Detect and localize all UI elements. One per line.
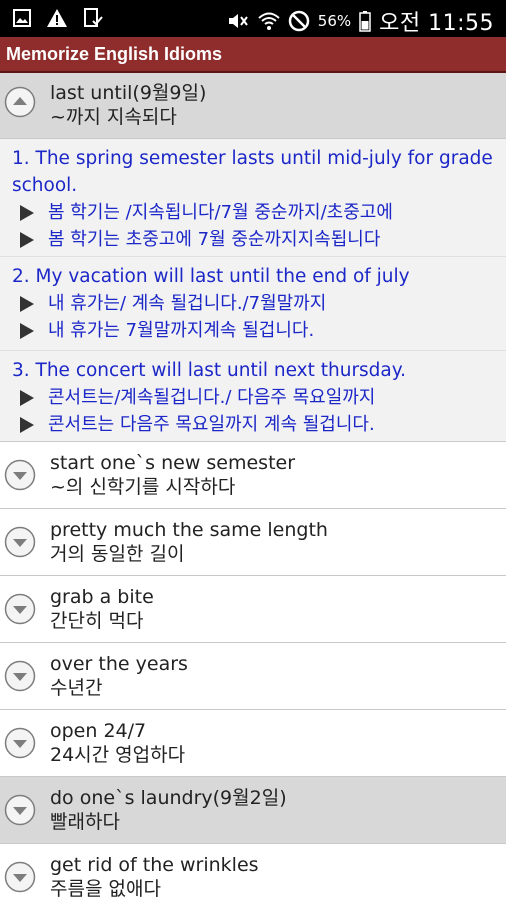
idiom-text: do one`s laundry(9월2일) — [50, 787, 287, 809]
expand-button[interactable] — [4, 727, 36, 759]
example-translation: 콘서트는 다음주 목요일까지 계속 될겁니다. — [48, 414, 375, 435]
idiom-text: start one`s new semester — [50, 452, 296, 474]
idiom-meaning: 간단히 먹다 — [50, 610, 144, 632]
expand-button[interactable] — [4, 660, 36, 692]
idiom-text: grab a bite — [50, 586, 154, 608]
example-translation-line: 봄 학기는 초중고에 7월 중순까지지속됩니다 — [12, 226, 496, 253]
idiom-text: last until(9월9일) — [50, 82, 207, 104]
battery-icon — [359, 10, 371, 32]
idiom-text: over the years — [50, 653, 188, 675]
idiom-text: open 24/7 — [50, 720, 147, 742]
idiom-meaning: ~의 신학기를 시작하다 — [50, 476, 236, 498]
idiom-meaning: ~까지 지속되다 — [50, 106, 177, 128]
example-translation-line: 봄 학기는 /지속됩니다/7월 중순까지/초중고에 — [12, 199, 496, 226]
play-icon[interactable] — [20, 295, 34, 312]
image-icon — [12, 8, 32, 28]
expand-button[interactable] — [4, 593, 36, 625]
idiom-meaning: 주름을 없애다 — [50, 878, 161, 900]
idiom-meaning: 빨래하다 — [50, 811, 120, 833]
example-sentence: 1. The spring semester lasts until mid-j… — [12, 148, 493, 196]
idiom-meaning: 수년간 — [50, 677, 103, 699]
examples-panel: 1. The spring semester lasts until mid-j… — [0, 139, 506, 442]
app-bar: Memorize English Idioms — [0, 37, 506, 73]
example-block: 1. The spring semester lasts until mid-j… — [0, 139, 506, 257]
list-item[interactable]: get rid of the wrinkles 주름을 없애다 — [0, 844, 506, 900]
idiom-list: last until(9월9일) ~까지 지속되다 1. The spring … — [0, 73, 506, 900]
battery-percent: 56% — [317, 12, 352, 30]
expand-button[interactable] — [4, 459, 36, 491]
example-sentence: 3. The concert will last until next thur… — [12, 360, 406, 381]
example-translation: 내 휴가는 7월말까지계속 될겁니다. — [48, 320, 315, 341]
expand-button[interactable] — [4, 794, 36, 826]
example-translation-line: 콘서트는/계속될겁니다./ 다음주 목요일까지 — [12, 384, 496, 411]
example-translation-line: 내 휴가는/ 계속 될겁니다./7월말까지 — [12, 290, 496, 317]
list-item[interactable]: start one`s new semester ~의 신학기를 시작하다 — [0, 442, 506, 509]
example-translation: 내 휴가는/ 계속 될겁니다./7월말까지 — [48, 293, 327, 314]
tablet-check-icon — [82, 8, 104, 28]
collapse-button[interactable] — [4, 86, 36, 118]
example-translation-line: 내 휴가는 7월말까지계속 될겁니다. — [12, 317, 496, 344]
idiom-text: get rid of the wrinkles — [50, 854, 259, 876]
mute-icon — [226, 11, 250, 31]
blocked-icon — [288, 10, 310, 32]
list-item[interactable]: do one`s laundry(9월2일) 빨래하다 — [0, 777, 506, 844]
play-icon[interactable] — [20, 416, 34, 433]
play-icon[interactable] — [20, 322, 34, 339]
list-item[interactable]: over the years 수년간 — [0, 643, 506, 710]
wifi-icon — [258, 11, 280, 31]
list-item[interactable]: open 24/7 24시간 영업하다 — [0, 710, 506, 777]
idiom-meaning: 24시간 영업하다 — [50, 744, 186, 766]
status-bar: 56% 오전 11:55 — [0, 0, 506, 37]
example-block: 3. The concert will last until next thur… — [0, 351, 506, 442]
expand-button[interactable] — [4, 526, 36, 558]
clock: 오전 11:55 — [379, 11, 494, 36]
play-icon[interactable] — [20, 231, 34, 248]
list-item-expanded[interactable]: last until(9월9일) ~까지 지속되다 — [0, 73, 506, 139]
expand-button[interactable] — [4, 861, 36, 893]
example-translation: 봄 학기는 /지속됩니다/7월 중순까지/초중고에 — [48, 202, 393, 223]
idiom-meaning: 거의 동일한 길이 — [50, 543, 185, 565]
example-translation-line: 콘서트는 다음주 목요일까지 계속 될겁니다. — [12, 411, 496, 438]
example-translation: 콘서트는/계속될겁니다./ 다음주 목요일까지 — [48, 387, 376, 408]
app-title: Memorize English Idioms — [6, 44, 223, 64]
example-translation: 봄 학기는 초중고에 7월 중순까지지속됩니다 — [48, 229, 381, 250]
play-icon[interactable] — [20, 389, 34, 406]
example-block: 2. My vacation will last until the end o… — [0, 257, 506, 351]
example-sentence: 2. My vacation will last until the end o… — [12, 266, 410, 287]
list-item[interactable]: grab a bite 간단히 먹다 — [0, 576, 506, 643]
idiom-text: pretty much the same length — [50, 519, 328, 541]
list-item[interactable]: pretty much the same length 거의 동일한 길이 — [0, 509, 506, 576]
warning-icon — [46, 8, 68, 28]
play-icon[interactable] — [20, 204, 34, 221]
